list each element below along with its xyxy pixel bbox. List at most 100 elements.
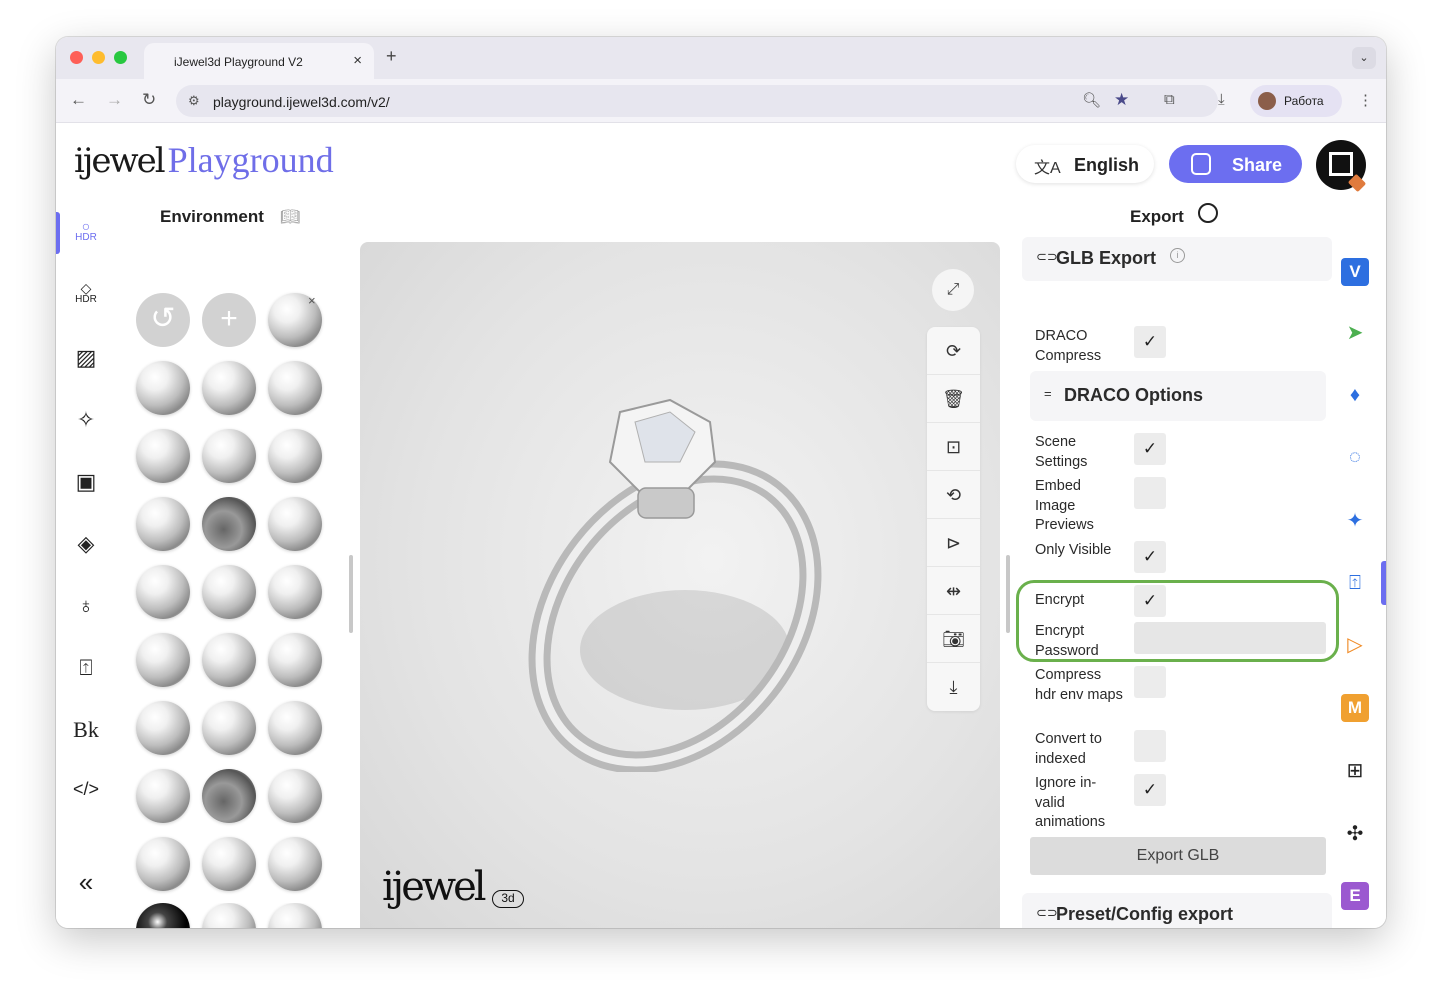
add-environment-button[interactable]: + (202, 293, 256, 347)
environment-thumbnail[interactable] (268, 565, 322, 619)
environment-thumbnail[interactable] (136, 361, 190, 415)
environment-thumbnail[interactable] (268, 701, 322, 755)
environment-thumbnail[interactable] (136, 429, 190, 483)
environment-thumbnail[interactable] (136, 497, 190, 551)
environment-thumbnail[interactable] (202, 769, 256, 823)
export-panel-scrollbar[interactable] (1006, 555, 1010, 633)
forward-icon[interactable]: → (106, 90, 123, 110)
share-button[interactable]: Share (1169, 145, 1302, 183)
environment-scrollbar[interactable] (349, 555, 353, 633)
environment-thumbnail[interactable] (202, 837, 256, 891)
3d-viewport[interactable]: ⤢ ⟳ 🗑︎ ⊡ ⟲ ⊳ ⇹ 📷︎ ⤓ ijewel 3d (360, 242, 1000, 928)
environment-thumbnail[interactable] (268, 633, 322, 687)
grid-icon[interactable]: ⊞ (1341, 757, 1369, 785)
info-icon[interactable]: i (1170, 248, 1185, 263)
scene-settings-checkbox[interactable]: ✓ (1134, 433, 1166, 465)
extensions-icon[interactable]: ⧉ (1164, 91, 1175, 108)
cursor-icon[interactable]: ➤ (1341, 319, 1369, 347)
environment-thumbnail[interactable] (136, 769, 190, 823)
environment-thumbnail[interactable] (202, 903, 256, 928)
rail-item-image[interactable]: ▣ (70, 469, 102, 505)
browser-menu-icon[interactable]: ⋮ (1358, 91, 1373, 109)
environment-thumbnail[interactable] (202, 429, 256, 483)
app-logo[interactable]: ijewel Playground (74, 139, 334, 183)
convert-to-indexed-checkbox[interactable] (1134, 730, 1166, 762)
focus-button[interactable]: ⊡ (927, 423, 980, 471)
only-visible-checkbox[interactable]: ✓ (1134, 541, 1166, 573)
ring-model[interactable] (510, 392, 840, 772)
environment-thumbnail[interactable] (202, 497, 256, 551)
rail-item-hdr-diamond[interactable]: ◇ HDR (70, 281, 102, 317)
glb-export-section[interactable]: ⊂⊃ GLB Export i (1022, 237, 1332, 281)
puzzle-icon[interactable]: ✣ (1341, 820, 1369, 848)
zoom-icon[interactable]: 🔍︎ (1082, 91, 1101, 109)
environment-thumbnail[interactable] (268, 429, 322, 483)
download-button[interactable]: ⤓ (927, 663, 980, 711)
environment-thumbnail[interactable] (268, 497, 322, 551)
remove-environment-icon[interactable]: × (308, 293, 316, 308)
environment-thumbnail[interactable] (136, 903, 190, 928)
minimize-window-button[interactable] (92, 51, 105, 64)
embed-image-previews-checkbox[interactable] (1134, 477, 1166, 509)
site-settings-icon[interactable]: ⚙ (188, 93, 200, 109)
export-tab-icon[interactable]: ⍐ (1341, 569, 1369, 597)
environment-thumbnail[interactable] (268, 903, 322, 928)
export-glb-button[interactable]: Export GLB (1030, 837, 1326, 875)
browser-tab[interactable]: iJewel3d Playground V2 × (144, 43, 374, 79)
snapshot-button[interactable]: 📷︎ (927, 615, 980, 663)
maximize-window-button[interactable] (114, 51, 127, 64)
close-window-button[interactable] (70, 51, 83, 64)
environment-thumbnail[interactable] (136, 837, 190, 891)
rail-item-effects[interactable]: ✧ (70, 407, 102, 443)
environment-thumbnail[interactable] (268, 769, 322, 823)
back-icon[interactable]: ← (70, 90, 87, 110)
m-badge-icon[interactable]: M (1341, 694, 1369, 722)
download-icon[interactable]: ⤓ (1218, 91, 1225, 108)
environment-thumbnail[interactable] (268, 837, 322, 891)
docs-icon[interactable]: 📖︎ (280, 207, 300, 227)
loader-icon[interactable]: ◌ (1341, 443, 1369, 471)
reset-view-button[interactable]: ⟲ (927, 471, 980, 519)
flip-button[interactable]: ⇹ (927, 567, 980, 615)
collapse-sidebar-button[interactable]: « (70, 867, 102, 903)
environment-thumbnail[interactable] (202, 701, 256, 755)
draco-options-section[interactable]: = DRACO Options (1030, 371, 1326, 421)
rail-item-code[interactable]: </> (70, 779, 102, 815)
play-icon[interactable]: ▷ (1341, 631, 1369, 659)
environment-thumbnail[interactable] (202, 633, 256, 687)
tab-close-icon[interactable]: × (353, 52, 362, 69)
rail-item-ring[interactable]: ♁ (70, 593, 102, 629)
compress-hdr-env-maps-checkbox[interactable] (1134, 666, 1166, 698)
rotate-button[interactable]: ⟳ (927, 327, 980, 375)
tab-search-button[interactable]: ⌄ (1352, 47, 1376, 69)
environment-thumbnail[interactable] (136, 701, 190, 755)
play-animation-button[interactable]: ⊳ (927, 519, 980, 567)
address-bar[interactable]: ⚙ playground.ijewel3d.com/v2/ 🔍︎ ★ (176, 85, 1218, 117)
preset-config-export-section[interactable]: ⊂⊃ Preset/Config export (1022, 893, 1332, 928)
expand-rail-icon[interactable]: ⟍⟍ (1341, 923, 1369, 928)
v-badge-icon[interactable]: V (1341, 258, 1369, 286)
delete-button[interactable]: 🗑︎ (927, 375, 980, 423)
rail-item-ground[interactable]: ◈ (70, 531, 102, 567)
environment-thumbnail[interactable] (202, 361, 256, 415)
reload-icon[interactable]: ↻ (142, 90, 156, 110)
search-icon[interactable] (1198, 203, 1218, 223)
profile-button[interactable]: Работа (1250, 85, 1342, 117)
environment-thumbnail[interactable] (202, 565, 256, 619)
rail-item-environment[interactable]: ○ HDR (70, 219, 102, 255)
rail-item-bk-beta[interactable]: Bk (70, 717, 102, 753)
fullscreen-button[interactable]: ⤢ (932, 269, 974, 311)
shapes-icon[interactable]: ♦ (1341, 381, 1369, 409)
rail-item-export[interactable]: ⍐ (70, 655, 102, 691)
e-badge-icon[interactable]: E (1341, 882, 1369, 910)
environment-thumbnail[interactable] (136, 565, 190, 619)
environment-thumbnail[interactable] (268, 361, 322, 415)
url-text[interactable]: playground.ijewel3d.com/v2/ (213, 94, 390, 110)
language-button[interactable]: 文A English (1016, 145, 1154, 183)
ignore-invalid-animations-checkbox[interactable]: ✓ (1134, 774, 1166, 806)
new-tab-button[interactable]: + (386, 46, 397, 67)
rail-item-background[interactable]: ▨ (70, 345, 102, 381)
reset-environment-button[interactable]: ↺ (136, 293, 190, 347)
bookmark-star-icon[interactable]: ★ (1114, 90, 1129, 110)
star-icon[interactable]: ✦ (1341, 507, 1369, 535)
